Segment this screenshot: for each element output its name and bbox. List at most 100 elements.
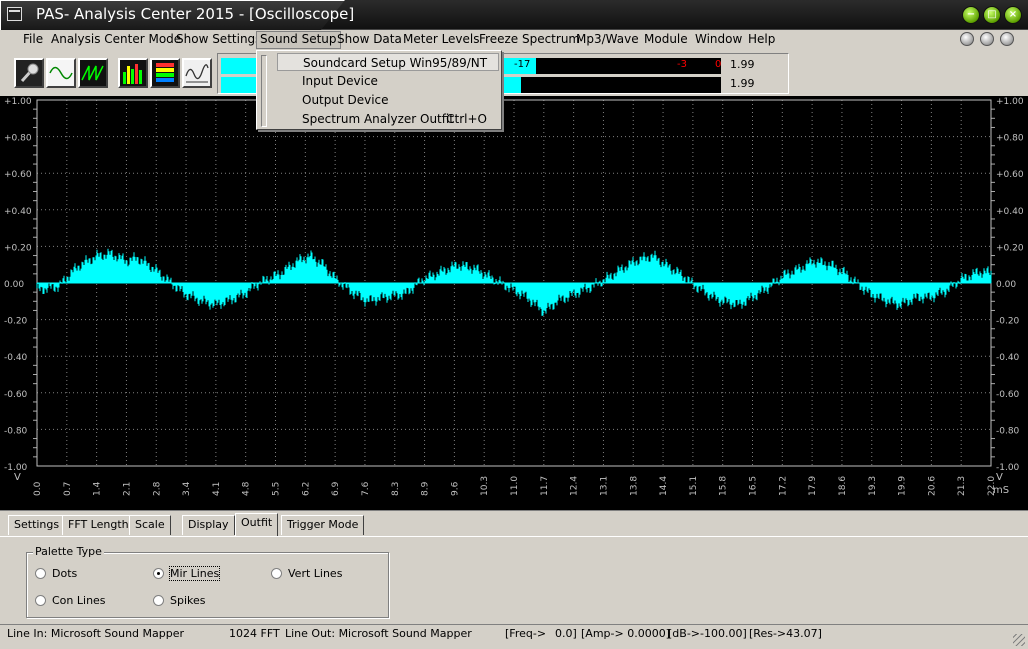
status-fft: 1024 FFT [229,627,280,640]
spectrum-bars-icon [120,60,146,86]
status-db: [dB->-100.00] [668,627,747,640]
radio-label: Dots [52,567,78,580]
radio-dot [271,568,282,579]
menu-item-soundcard-setup[interactable]: Soundcard Setup Win95/89/NT [277,53,499,71]
sawtooth-wave-icon [80,60,106,86]
x-tick-label: 11.7 [540,476,550,496]
menu-item-input-device[interactable]: Input Device [277,72,499,90]
menu-item-label: Spectrum Analyzer Outfit [302,112,455,126]
x-tick-label: 16.5 [749,476,759,496]
title-bar: PAS- Analysis Center 2015 - [Oscilloscop… [0,0,1028,30]
mdi-minimize-button[interactable] [960,32,974,46]
y-tick-label: -0.60 [4,390,28,400]
x-tick-label: 20.6 [927,476,937,496]
radio-con-lines[interactable]: Con Lines [35,594,106,607]
status-res: [Res->43.07] [749,627,822,640]
meter-tick: -13 [555,59,572,70]
sine-wave-button[interactable] [46,58,76,88]
y-tick-label-right: 0.00 [996,280,1016,290]
waveform-view-icon [184,60,210,86]
waveform-view-button[interactable] [182,58,212,88]
menu-item-label: Output Device [302,93,389,107]
y-tick-label: +0.20 [4,243,32,253]
x-tick-label: 11.0 [510,476,520,496]
radio-dot [153,595,164,606]
x-tick-label: 13.1 [599,476,609,496]
tab-settings[interactable]: Settings [8,515,66,535]
close-button[interactable]: × [1004,6,1022,24]
radio-vert-lines[interactable]: Vert Lines [271,567,342,580]
x-tick-label: 8.3 [391,482,401,496]
status-amp: [Amp-> 0.0000] [581,627,670,640]
menu-sound-setup[interactable]: Sound Setup [256,31,341,49]
radio-label: Con Lines [52,594,106,607]
menu-item-output-device[interactable]: Output Device [277,91,499,109]
x-tick-label: 9.6 [450,481,460,496]
x-tick-label: 0.0 [33,481,43,496]
menu-analysis-center-mode[interactable]: Analysis Center Mode [48,32,184,46]
y-tick-label-right: +0.80 [996,134,1024,144]
menu-mp3-wave[interactable]: Mp3/Wave [573,32,642,46]
meter-tick: -10 [593,59,610,70]
menu-show-settings[interactable]: Show Settings [173,32,264,46]
app-icon[interactable] [7,7,22,21]
x-tick-label: 5.5 [272,482,282,496]
menu-show-data[interactable]: Show Data [334,32,405,46]
x-tick-label: 6.2 [301,482,311,496]
y-tick-label: +0.80 [4,134,32,144]
menu-module[interactable]: Module [641,32,691,46]
tab-fft-length[interactable]: FFT Length [62,515,135,535]
menu-item-spectrum-analyzer-outfit[interactable]: Spectrum Analyzer Outfit Ctrl+O [277,110,499,128]
sawtooth-wave-button[interactable] [78,58,108,88]
menu-help[interactable]: Help [745,32,778,46]
radio-mir-lines[interactable]: Mir Lines [153,566,221,581]
menu-file[interactable]: File [20,32,46,46]
radio-dot-selected [153,568,164,579]
oscilloscope-plot: +1.00 +1.00 +0.80 +0.80 +0.60 +0.60 +0.40 +0.40… [4,97,1024,496]
x-tick-label: 18.6 [838,476,848,496]
microphone-icon [16,60,42,86]
menu-meter-levels[interactable]: Meter Levels [400,32,483,46]
palette-type-group: Palette Type Dots Mir Lines Vert Lines C… [26,545,389,618]
y-tick-label: +1.00 [4,97,32,107]
tab-scale[interactable]: Scale [129,515,171,535]
mdi-close-button[interactable] [1000,32,1014,46]
radio-label: Vert Lines [288,567,343,580]
oscilloscope-display[interactable]: +1.00 +1.00 +0.80 +0.80 +0.60 +0.60 +0.40 +0.40… [0,96,1028,510]
tab-outfit[interactable]: Outfit [235,513,279,537]
resize-grip-icon[interactable] [1013,634,1025,646]
radio-spikes[interactable]: Spikes [153,594,206,607]
menu-bar: File Analysis Center Mode Show Settings … [0,30,1028,50]
meter-tick: -7 [637,59,647,70]
x-tick-label: 7.6 [361,481,371,496]
x-tick-label: 19.9 [898,476,908,496]
y-tick-label: 0.00 [4,280,24,290]
menu-window[interactable]: Window [692,32,745,46]
microphone-button[interactable] [14,58,44,88]
spectrogram-button[interactable] [150,58,180,88]
meter-tick: 0 [715,59,722,70]
radio-dots[interactable]: Dots [35,567,77,580]
minimize-button[interactable]: − [962,6,980,24]
meter-tick: -17 [514,59,531,70]
menu-item-label: Input Device [302,74,378,88]
x-tick-label: 0.7 [63,482,73,496]
radio-dot [35,595,46,606]
x-tick-label: 10.3 [480,476,490,496]
x-tick-label: 21.3 [957,476,967,496]
menu-freeze-spectrum[interactable]: Freeze Spectrum [476,32,583,46]
x-tick-label: 6.9 [331,481,341,496]
radio-dot [35,568,46,579]
y-tick-label-right: +1.00 [996,97,1024,107]
outfit-panel: Palette Type Dots Mir Lines Vert Lines C… [0,536,1028,624]
x-tick-label: 2.8 [152,481,162,496]
waveform-trace [36,248,992,316]
mdi-restore-button[interactable] [980,32,994,46]
spectrum-bars-button[interactable] [118,58,148,88]
tab-trigger-mode[interactable]: Trigger Mode [281,515,365,535]
meter-value-right: 1.99 [730,77,755,90]
maximize-button[interactable]: □ [983,6,1001,24]
y-tick-label-right: -0.60 [996,390,1020,400]
tab-display[interactable]: Display [182,515,235,535]
meter-value-left: 1.99 [730,58,755,71]
